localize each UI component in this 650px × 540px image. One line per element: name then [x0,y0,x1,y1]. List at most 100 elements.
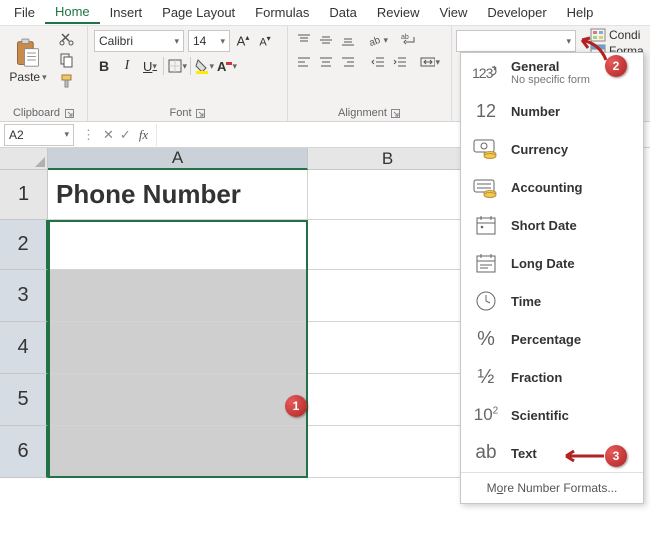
paste-button[interactable]: Paste▾ [6,30,50,92]
font-color-button[interactable]: A▾ [217,56,237,76]
format-option-title: Percentage [511,332,581,347]
tab-review[interactable]: Review [367,2,430,23]
general-icon: 123 [471,60,501,86]
col-header-A[interactable]: A [48,148,308,170]
format-option-scientific[interactable]: 102 Scientific [461,396,643,434]
cut-button[interactable] [56,30,78,48]
row-header-1[interactable]: 1 [0,170,48,220]
orientation-button[interactable]: ab▾ [368,30,388,50]
alignment-dialog-launcher[interactable] [391,108,401,118]
merge-center-button[interactable]: ▾ [420,52,440,72]
format-option-percentage[interactable]: % Percentage [461,320,643,358]
row-header-2[interactable]: 2 [0,220,48,270]
more-pre: M [487,481,497,495]
tab-home[interactable]: Home [45,1,100,24]
underline-button[interactable]: U ▾ [140,56,160,76]
fraction-icon: ½ [471,364,501,390]
tab-view[interactable]: View [429,2,477,23]
bold-button[interactable]: B [94,56,114,76]
select-all-corner[interactable] [0,148,48,170]
row-header-5[interactable]: 5 [0,374,48,426]
format-option-fraction[interactable]: ½ Fraction [461,358,643,396]
borders-button[interactable]: ▾ [167,56,187,76]
increase-indent-icon [393,55,407,69]
tab-developer[interactable]: Developer [477,2,556,23]
format-painter-button[interactable] [56,72,78,90]
cell-B1[interactable] [308,170,468,220]
format-option-currency[interactable]: Currency [461,130,643,168]
align-bottom-button[interactable] [338,30,358,50]
col-header-B[interactable]: B [308,148,468,170]
align-right-button[interactable] [338,52,358,72]
align-left-button[interactable] [294,52,314,72]
cell-A4[interactable] [48,322,308,374]
align-center-button[interactable] [316,52,336,72]
tab-page-layout[interactable]: Page Layout [152,2,245,23]
svg-text:ab: ab [368,35,382,47]
font-name-select[interactable]: Calibri▾ [94,30,184,52]
cell-B5[interactable] [308,374,468,426]
cell-A2[interactable] [48,220,308,270]
name-box[interactable]: A2▾ [4,124,74,146]
align-middle-button[interactable] [316,30,336,50]
chevron-down-icon: ▾ [232,61,237,72]
number-format-select[interactable]: ▾ [456,30,576,52]
cell-A1[interactable]: Phone Number [48,170,308,220]
align-top-button[interactable] [294,30,314,50]
callout-badge-1: 1 [285,395,307,417]
format-option-title: Long Date [511,256,575,271]
decrease-font-button[interactable]: A▾ [256,32,274,50]
alignment-group-label: Alignment [338,107,387,119]
cell-B4[interactable] [308,322,468,374]
format-option-time[interactable]: Time [461,282,643,320]
copy-button[interactable] [56,51,78,69]
italic-button[interactable]: I [117,56,137,76]
tab-help[interactable]: Help [557,2,604,23]
formula-enter-button[interactable]: ✓ [120,127,131,143]
chevron-down-icon: ▾ [174,36,179,47]
decrease-indent-button[interactable] [368,52,388,72]
increase-font-button[interactable]: A▴ [234,32,252,50]
more-number-formats-link[interactable]: More Number Formats... [461,472,643,503]
increase-indent-button[interactable] [390,52,410,72]
cell-A6[interactable] [48,426,308,478]
cell-A3[interactable] [48,270,308,322]
cell-B6[interactable] [308,426,468,478]
font-group-label: Font [169,107,191,119]
format-option-short-date[interactable]: Short Date [461,206,643,244]
fill-color-button[interactable]: ▾ [194,56,214,76]
orientation-icon: ab [368,33,383,47]
scissors-icon [59,31,75,47]
row-header-6[interactable]: 6 [0,426,48,478]
row-header-3[interactable]: 3 [0,270,48,322]
clipboard-dialog-launcher[interactable] [64,108,74,118]
format-option-accounting[interactable]: Accounting [461,168,643,206]
align-center-icon [319,55,333,69]
wrap-text-button[interactable]: ab [398,30,418,50]
cell-A5[interactable] [48,374,308,426]
row-header-4[interactable]: 4 [0,322,48,374]
cell-B3[interactable] [308,270,468,322]
chevron-down-icon: ▾ [435,57,440,68]
format-option-long-date[interactable]: Long Date [461,244,643,282]
align-top-icon [297,33,311,47]
dialog-launcher-icon [65,109,74,118]
tab-formulas[interactable]: Formulas [245,2,319,23]
group-clipboard: Paste▾ Clipboard [0,26,88,121]
font-dialog-launcher[interactable] [196,108,206,118]
borders-icon [167,58,182,74]
tab-file[interactable]: File [4,2,45,23]
formula-cancel-button[interactable]: ✕ [103,127,114,143]
format-option-title: Fraction [511,370,562,385]
format-painter-icon [59,73,75,89]
format-option-number[interactable]: 12 Number [461,92,643,130]
decrease-indent-icon [371,55,385,69]
tab-data[interactable]: Data [319,2,366,23]
tab-insert[interactable]: Insert [100,2,153,23]
fill-color-icon [194,58,209,74]
dialog-launcher-icon [196,109,205,118]
fx-label[interactable]: fx [135,127,152,143]
font-size-select[interactable]: 14▾ [188,30,230,52]
format-option-title: Short Date [511,218,577,233]
cell-B2[interactable] [308,220,468,270]
